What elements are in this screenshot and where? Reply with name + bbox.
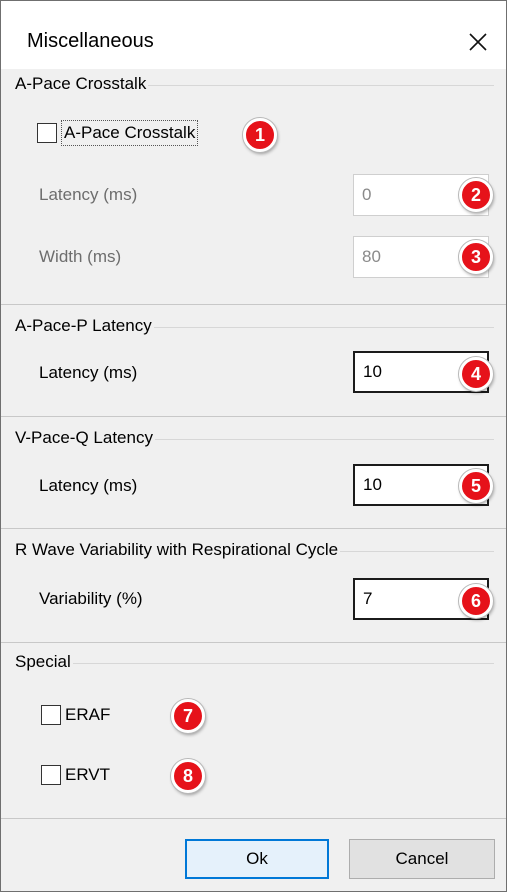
variability-label: Variability (%) — [39, 589, 143, 608]
checkbox-box[interactable] — [41, 705, 61, 725]
checkbox-label: ERAF — [65, 705, 111, 724]
checkbox-label: A-Pace Crosstalk — [61, 120, 199, 146]
callout-badge-6: 6 — [459, 584, 493, 618]
title-bar: Miscellaneous — [1, 1, 506, 69]
r-wave-variability-group: R Wave Variability with Respirational Cy… — [1, 539, 506, 643]
callout-badge-8: 8 — [171, 759, 205, 793]
special-group: Special ERAF 7 ERVT 8 — [1, 651, 506, 819]
checkbox-box[interactable] — [37, 123, 57, 143]
ervt-checkbox[interactable]: ERVT — [41, 764, 110, 786]
callout-badge-3: 3 — [459, 240, 493, 274]
checkbox-box[interactable] — [41, 765, 61, 785]
close-button[interactable] — [461, 25, 495, 59]
close-icon — [469, 33, 487, 51]
dialog-title: Miscellaneous — [27, 30, 154, 52]
group-legend: A-Pace Crosstalk — [7, 73, 149, 95]
callout-badge-7: 7 — [171, 699, 205, 733]
a-pace-crosstalk-group: A-Pace Crosstalk A-Pace Crosstalk 1 Late… — [1, 73, 506, 305]
a-pace-p-latency-group: A-Pace-P Latency Latency (ms) 4 — [1, 315, 506, 417]
group-legend: Special — [7, 651, 73, 673]
callout-badge-1: 1 — [243, 118, 277, 152]
v-pace-q-latency-group: V-Pace-Q Latency Latency (ms) 5 — [1, 427, 506, 529]
checkbox-label: ERVT — [65, 765, 111, 784]
callout-badge-5: 5 — [459, 469, 493, 503]
group-legend: A-Pace-P Latency — [7, 315, 154, 337]
width-label: Width (ms) — [39, 247, 122, 266]
ok-button[interactable]: Ok — [185, 839, 329, 879]
group-legend: V-Pace-Q Latency — [7, 427, 155, 449]
latency-label: Latency (ms) — [39, 476, 138, 495]
miscellaneous-dialog: Miscellaneous A-Pace Crosstalk A-Pace Cr… — [0, 0, 507, 892]
latency-label: Latency (ms) — [39, 363, 138, 382]
eraf-checkbox[interactable]: ERAF — [41, 704, 110, 726]
a-pace-crosstalk-checkbox[interactable]: A-Pace Crosstalk — [37, 120, 199, 146]
latency-label: Latency (ms) — [39, 185, 138, 204]
callout-badge-4: 4 — [459, 357, 493, 391]
group-legend: R Wave Variability with Respirational Cy… — [7, 539, 341, 561]
cancel-button[interactable]: Cancel — [349, 839, 495, 879]
callout-badge-2: 2 — [459, 178, 493, 212]
